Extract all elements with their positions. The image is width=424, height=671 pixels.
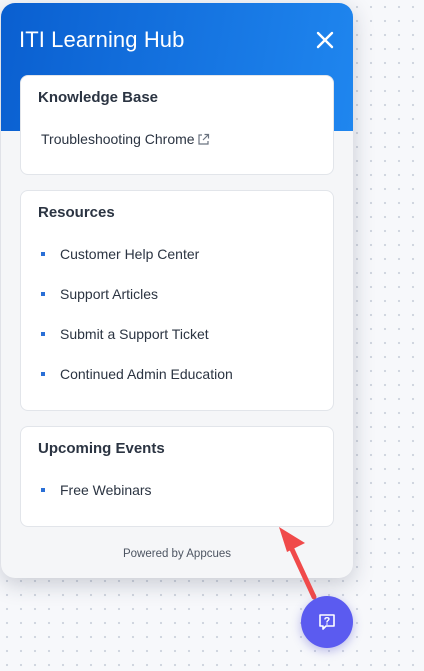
knowledge-base-title: Knowledge Base	[38, 89, 159, 106]
help-launcher-button[interactable]	[301, 596, 353, 648]
resource-item-customer-help-center[interactable]: Customer Help Center	[41, 246, 199, 262]
resource-item-submit-ticket[interactable]: Submit a Support Ticket	[41, 326, 209, 342]
resource-item-label: Customer Help Center	[60, 246, 200, 262]
resources-card: Resources Customer Help Center Support A…	[20, 190, 334, 411]
external-link-icon	[197, 133, 210, 146]
resource-item-label: Submit a Support Ticket	[60, 326, 209, 342]
resource-item-support-articles[interactable]: Support Articles	[41, 286, 158, 302]
bullet	[41, 332, 45, 336]
resources-title: Resources	[38, 204, 115, 221]
learning-hub-panel: ITI Learning Hub Knowledge Base Troubles…	[1, 3, 353, 578]
bullet	[41, 292, 45, 296]
panel-title: ITI Learning Hub	[19, 27, 185, 52]
resource-item-admin-education[interactable]: Continued Admin Education	[41, 366, 233, 382]
close-icon	[316, 31, 334, 49]
bullet	[41, 372, 45, 376]
upcoming-events-title: Upcoming Events	[38, 440, 165, 457]
resource-item-label: Continued Admin Education	[60, 366, 233, 382]
upcoming-events-card: Upcoming Events Free Webinars	[20, 426, 334, 527]
event-item-free-webinars[interactable]: Free Webinars	[41, 482, 152, 498]
resource-item-label: Support Articles	[60, 286, 159, 302]
troubleshooting-chrome-link[interactable]: Troubleshooting Chrome	[41, 131, 210, 147]
knowledge-base-card: Knowledge Base Troubleshooting Chrome	[20, 75, 334, 175]
bullet	[41, 252, 45, 256]
event-item-label: Free Webinars	[60, 482, 152, 498]
red-arrow-icon	[279, 527, 317, 600]
bullet	[41, 488, 45, 492]
help-question-icon	[319, 614, 335, 630]
troubleshooting-chrome-label: Troubleshooting Chrome	[41, 131, 195, 147]
close-button[interactable]	[312, 27, 338, 53]
